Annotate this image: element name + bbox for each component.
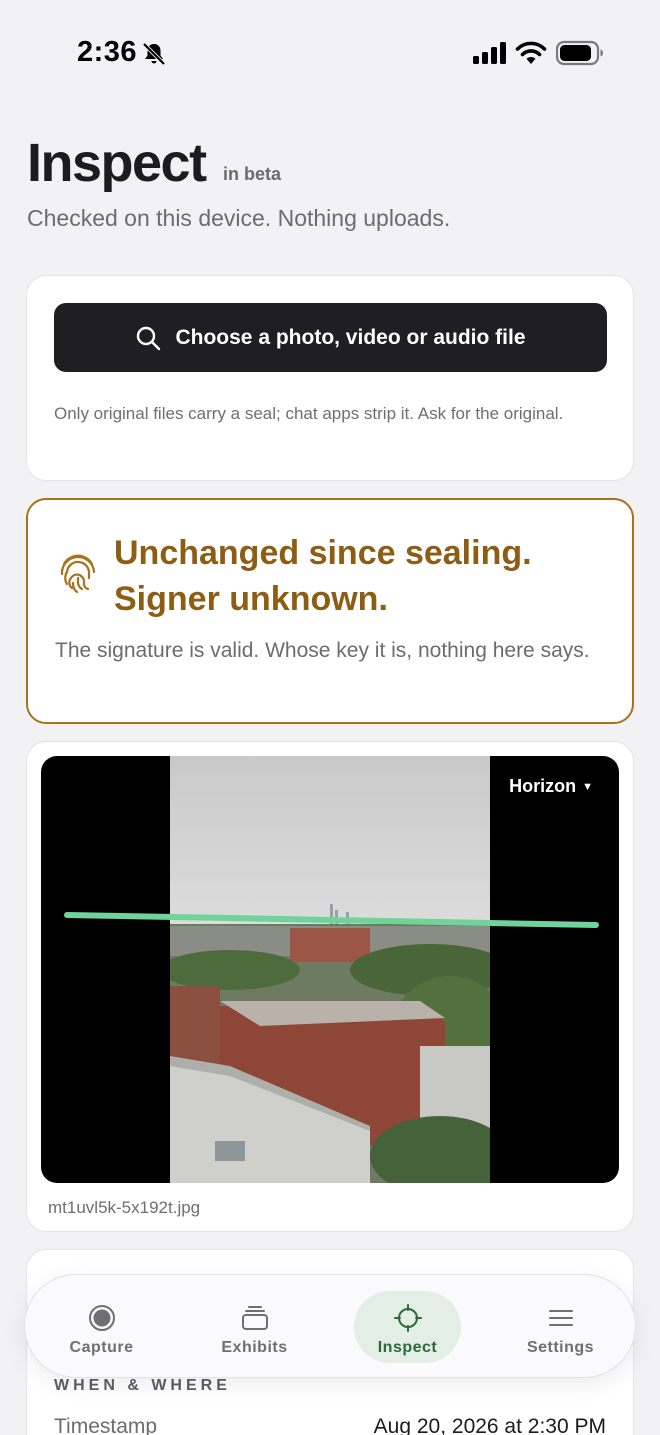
tab-settings-label: Settings (526, 1339, 595, 1356)
verdict-title: Unchanged since sealing. Signer unknown. (114, 530, 614, 622)
crosshair-icon (393, 1304, 422, 1332)
choose-file-label: Choose a photo, video or audio file (175, 325, 526, 349)
media-preview: Horizon ▼ (41, 756, 619, 1183)
bell-muted-icon (142, 42, 166, 66)
tab-exhibits-label: Exhibits (221, 1339, 288, 1356)
fingerprint-icon (60, 554, 96, 594)
battery-icon (556, 40, 603, 66)
tab-settings[interactable]: Settings (507, 1291, 614, 1363)
timestamp-label: Timestamp (54, 1415, 158, 1435)
tab-exhibits[interactable]: Exhibits (201, 1291, 308, 1363)
page-title: Inspect (27, 133, 207, 193)
media-preview-card: Horizon ▼ mt1uvl5k-5x192t.jpg (26, 741, 634, 1232)
horizon-line (64, 912, 599, 928)
search-icon (137, 326, 161, 350)
tab-inspect[interactable]: Inspect (354, 1291, 461, 1363)
tab-capture-label: Capture (69, 1339, 134, 1356)
cellular-signal-icon (473, 42, 506, 64)
section-heading: WHEN & WHERE (54, 1377, 231, 1394)
status-time: 2:36 (77, 36, 138, 68)
file-name: mt1uvl5k-5x192t.jpg (48, 1198, 201, 1217)
status-bar: 2:36 (0, 0, 660, 100)
tab-bar: Capture Exhibits Inspect Settings (24, 1274, 636, 1378)
timestamp-value: Aug 20, 2026 at 2:30 PM (373, 1415, 606, 1435)
page-subtitle: Checked on this device. Nothing uploads. (27, 205, 451, 231)
verdict-title-line-2: Signer unknown. (114, 580, 388, 618)
choose-file-button[interactable]: Choose a photo, video or audio file (54, 303, 607, 372)
overlay-mode-label: Horizon (509, 776, 577, 796)
choose-file-card: Choose a photo, video or audio file Only… (26, 275, 634, 481)
stack-icon (241, 1306, 268, 1330)
wifi-icon (515, 41, 547, 64)
verdict-card: Unchanged since sealing. Signer unknown.… (26, 498, 634, 724)
record-icon (88, 1305, 115, 1331)
menu-icon (548, 1310, 573, 1326)
verdict-description: The signature is valid. Whose key it is,… (55, 639, 590, 662)
overlay-mode-select[interactable]: Horizon ▼ (509, 776, 593, 797)
verdict-title-line-1: Unchanged since sealing. (114, 534, 532, 572)
choose-file-hint: Only original files carry a seal; chat a… (54, 404, 564, 423)
caret-down-icon: ▼ (582, 781, 593, 794)
tab-inspect-label: Inspect (377, 1339, 438, 1356)
beta-badge: in beta (223, 164, 282, 184)
tab-capture[interactable]: Capture (48, 1291, 155, 1363)
